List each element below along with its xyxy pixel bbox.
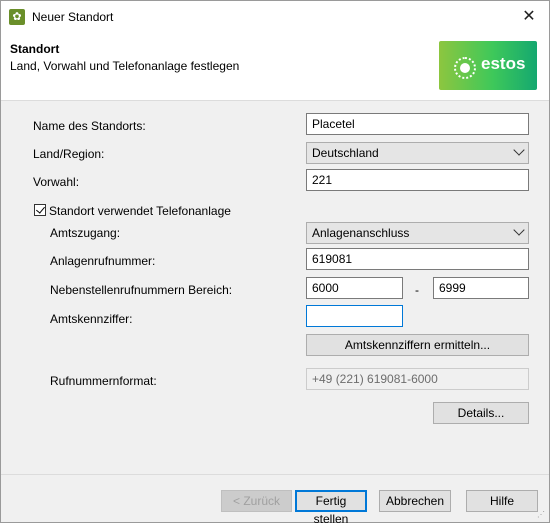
resize-grip-icon[interactable]: ⋰ [537,510,547,520]
detect-access-codes-button[interactable]: Amtskennziffern ermitteln... [306,334,529,356]
trunk-label: Amtszugang: [50,226,121,240]
cancel-button[interactable]: Abbrechen [379,490,451,512]
name-input[interactable] [306,113,529,135]
chevron-down-icon [513,224,525,236]
window-title: Neuer Standort [32,10,114,24]
back-button[interactable]: < Zurück [221,490,292,512]
app-gear-icon: ✿ [9,9,25,25]
access-code-label: Amtskennziffer: [50,312,133,326]
close-icon[interactable]: ✕ [509,1,549,32]
footer-divider [1,474,549,475]
country-select[interactable]: Deutschland [306,142,529,164]
format-label: Rufnummernformat: [50,374,157,388]
pbx-number-input[interactable] [306,248,529,270]
ext-range-from-input[interactable] [306,277,403,299]
estos-logo: estos [439,41,537,90]
trunk-select[interactable]: Anlagenanschluss [306,222,529,244]
trunk-select-value: Anlagenanschluss [312,226,410,240]
title-bar: ✿ Neuer Standort ✕ [1,1,549,32]
ext-range-label: Nebenstellenrufnummern Bereich: [50,283,233,297]
areacode-label: Vorwahl: [33,175,80,189]
dialog-window: ✿ Neuer Standort ✕ Standort Land, Vorwah… [0,0,550,526]
header-title: Standort [10,42,60,56]
header-subtitle: Land, Vorwahl und Telefonanlage festlege… [10,59,240,73]
format-field [306,368,529,390]
ext-range-separator: - [415,283,419,297]
estos-logo-mark-icon [454,57,476,79]
estos-logo-text: estos [481,54,526,73]
access-code-input[interactable] [306,305,403,327]
areacode-input[interactable] [306,169,529,191]
country-label: Land/Region: [33,147,105,161]
ext-range-to-input[interactable] [433,277,529,299]
name-label: Name des Standorts: [33,119,146,133]
pbx-checkbox-label[interactable]: Standort verwendet Telefonanlage [49,204,231,218]
wizard-header: Standort Land, Vorwahl und Telefonanlage… [1,32,549,101]
finish-button[interactable]: Fertig stellen [295,490,367,526]
help-button[interactable]: Hilfe [466,490,538,512]
chevron-down-icon [513,144,525,156]
details-button[interactable]: Details... [433,402,529,424]
pbx-number-label: Anlagenrufnummer: [50,254,156,268]
pbx-checkbox[interactable] [34,204,46,216]
country-select-value: Deutschland [312,146,379,160]
